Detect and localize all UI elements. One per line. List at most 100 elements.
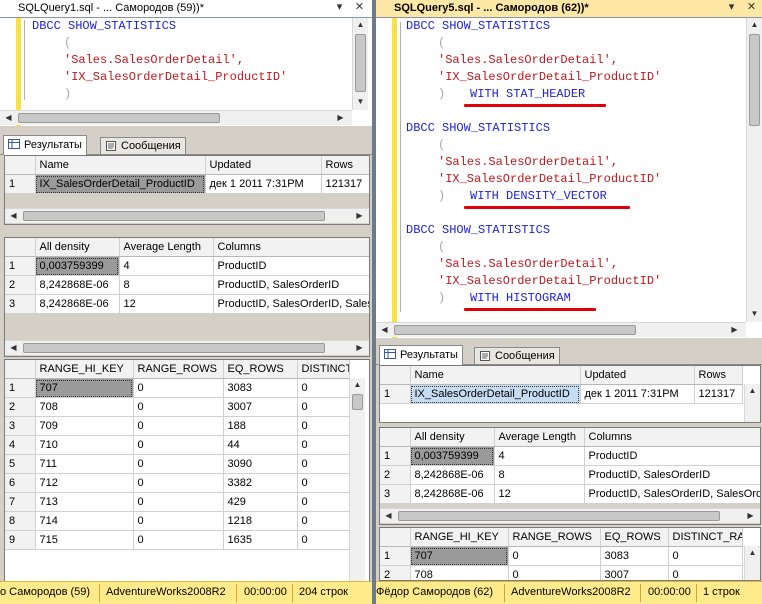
grid-vscroll[interactable]: ▲	[744, 384, 760, 422]
cell[interactable]: 0	[133, 492, 224, 512]
col-header[interactable]: RANGE_HI_KEY	[35, 360, 134, 379]
cell[interactable]: 0,003759399	[410, 446, 495, 466]
cell[interactable]: 711	[35, 454, 134, 474]
cell[interactable]: дек 1 2011 7:31PM	[580, 384, 695, 404]
grid-hscroll[interactable]: ◀ ▶	[380, 508, 760, 523]
col-header[interactable]: Updated	[205, 156, 322, 175]
cell[interactable]: 0	[133, 416, 224, 436]
cell[interactable]: 8	[494, 465, 585, 485]
col-header[interactable]: Columns	[213, 238, 369, 257]
cell[interactable]: IX_SalesOrderDetail_ProductID	[410, 384, 581, 404]
cell[interactable]: 8,242868E-06	[410, 484, 495, 504]
grid-hscroll[interactable]: ◀ ▶	[5, 340, 369, 355]
scroll-left-icon[interactable]: ◀	[2, 111, 15, 124]
col-header[interactable]: Name	[410, 366, 581, 385]
scroll-right-icon[interactable]: ▶	[353, 341, 366, 354]
scroll-thumb[interactable]	[352, 394, 363, 410]
cell[interactable]: 4	[119, 256, 214, 276]
right-editor-hscroll[interactable]: ◀ ▶	[376, 322, 746, 337]
cell[interactable]: 0	[297, 416, 350, 436]
scroll-right-icon[interactable]: ▶	[334, 111, 347, 124]
cell[interactable]: 8	[119, 275, 214, 295]
scroll-right-icon[interactable]: ▶	[744, 509, 757, 522]
table-row[interactable]: 5 711 0 3090 0	[5, 454, 350, 474]
left-histogram-grid[interactable]: RANGE_HI_KEY RANGE_ROWS EQ_ROWS DISTINCT…	[4, 359, 370, 583]
left-editor-hscroll[interactable]: ◀ ▶	[0, 110, 352, 125]
cell[interactable]: 0	[297, 473, 350, 493]
left-results-tab[interactable]: Результаты	[3, 135, 87, 155]
right-editor-vscroll[interactable]: ▲ ▼	[746, 18, 762, 322]
table-row[interactable]: 3 8,242868E-06 12 ProductID, SalesOrderI…	[380, 484, 760, 504]
col-header[interactable]: EQ_ROWS	[223, 360, 298, 379]
cell[interactable]: 3382	[223, 473, 298, 493]
left-tab-title[interactable]: SQLQuery1.sql - ... Самородов (59))*	[18, 2, 204, 14]
cell[interactable]: 0	[668, 546, 743, 566]
cell[interactable]: 12	[494, 484, 585, 504]
table-row[interactable]: 1 0,003759399 4 ProductID	[380, 446, 760, 466]
col-header[interactable]: Columns	[584, 428, 760, 447]
cell[interactable]: ProductID, SalesOrderID, SalesOrderDetai…	[584, 484, 760, 504]
col-header[interactable]: All density	[410, 428, 495, 447]
col-header[interactable]: Name	[35, 156, 206, 175]
cell[interactable]: 0	[133, 454, 224, 474]
right-query-editor[interactable]: DBCC SHOW_STATISTICS ( 'Sales.SalesOrder…	[376, 18, 762, 338]
right-histogram-grid[interactable]: RANGE_HI_KEY RANGE_ROWS EQ_ROWS DISTINCT…	[379, 527, 761, 581]
cell[interactable]: 707	[35, 378, 134, 398]
table-row[interactable]: 1 IX_SalesOrderDetail_ProductID дек 1 20…	[380, 384, 743, 404]
left-editor-vscroll[interactable]: ▲ ▼	[352, 18, 368, 110]
table-row[interactable]: 1 707 0 3083 0	[5, 378, 350, 398]
cell[interactable]: 1635	[223, 530, 298, 550]
cell[interactable]: 0	[297, 492, 350, 512]
table-row[interactable]: 1 707 0 3083 0	[380, 546, 743, 566]
col-header[interactable]: EQ_ROWS	[600, 528, 669, 547]
cell[interactable]: 188	[223, 416, 298, 436]
table-row[interactable]: 9 715 0 1635 0	[5, 530, 350, 550]
cell[interactable]: 12	[119, 294, 214, 314]
left-messages-tab[interactable]: Сообщения	[100, 137, 186, 154]
cell[interactable]: 0	[297, 530, 350, 550]
cell[interactable]: 709	[35, 416, 134, 436]
table-row[interactable]: 7 713 0 429 0	[5, 492, 350, 512]
scroll-right-icon[interactable]: ▶	[728, 323, 741, 336]
cell[interactable]: 0	[133, 435, 224, 455]
cell[interactable]: 0	[297, 454, 350, 474]
col-header[interactable]: Rows	[321, 156, 369, 175]
cell[interactable]: 714	[35, 511, 134, 531]
cell[interactable]: ProductID	[584, 446, 760, 466]
scroll-left-icon[interactable]: ◀	[378, 323, 391, 336]
cell[interactable]: 8,242868E-06	[35, 275, 120, 295]
pin-icon[interactable]: ▾	[333, 1, 346, 14]
col-header[interactable]: Updated	[580, 366, 695, 385]
cell[interactable]: 715	[35, 530, 134, 550]
table-row[interactable]: 8 714 0 1218 0	[5, 511, 350, 531]
scroll-up-icon[interactable]: ▲	[746, 546, 759, 559]
right-density-grid[interactable]: All density Average Length Columns 1 0,0…	[379, 427, 761, 525]
cell[interactable]: дек 1 2011 7:31PM	[205, 174, 322, 194]
col-header[interactable]: RANGE_HI_KEY	[410, 528, 509, 547]
col-header[interactable]: RANGE_ROWS	[133, 360, 224, 379]
table-row[interactable]: 3 709 0 188 0	[5, 416, 350, 436]
cell[interactable]: 3090	[223, 454, 298, 474]
right-tab-header[interactable]: SQLQuery5.sql - ... Самородов (62))* ▾ ✕	[376, 0, 762, 18]
table-row[interactable]: 1 0,003759399 4 ProductID	[5, 256, 369, 276]
scroll-up-icon[interactable]: ▲	[748, 18, 761, 31]
table-row[interactable]: 4 710 0 44 0	[5, 435, 350, 455]
scroll-up-icon[interactable]: ▲	[351, 378, 364, 391]
grid-vscroll[interactable]: ▲	[349, 378, 365, 582]
cell[interactable]: 0	[668, 565, 743, 580]
cell[interactable]: 44	[223, 435, 298, 455]
table-row[interactable]: 2 708 0 3007 0	[5, 397, 350, 417]
left-query-editor[interactable]: DBCC SHOW_STATISTICS ( 'Sales.SalesOrder…	[0, 18, 372, 126]
cell[interactable]: 429	[223, 492, 298, 512]
cell[interactable]: 0	[133, 397, 224, 417]
scroll-up-icon[interactable]: ▲	[354, 18, 367, 31]
table-row[interactable]: 1 IX_SalesOrderDetail_ProductID дек 1 20…	[5, 174, 369, 194]
col-header[interactable]: Average Length	[119, 238, 214, 257]
cell[interactable]: 0	[133, 378, 224, 398]
left-tab-header[interactable]: SQLQuery1.sql - ... Самородов (59))* ▾ ✕	[0, 0, 372, 18]
col-header[interactable]: DISTINCT_RANGE_ROWS	[668, 528, 743, 547]
cell[interactable]: 712	[35, 473, 134, 493]
right-results-tab[interactable]: Результаты	[379, 345, 463, 365]
right-tab-title[interactable]: SQLQuery5.sql - ... Самородов (62))*	[394, 2, 589, 14]
left-stat-header-grid[interactable]: Name Updated Rows 1 IX_SalesOrderDetail_…	[4, 155, 370, 225]
